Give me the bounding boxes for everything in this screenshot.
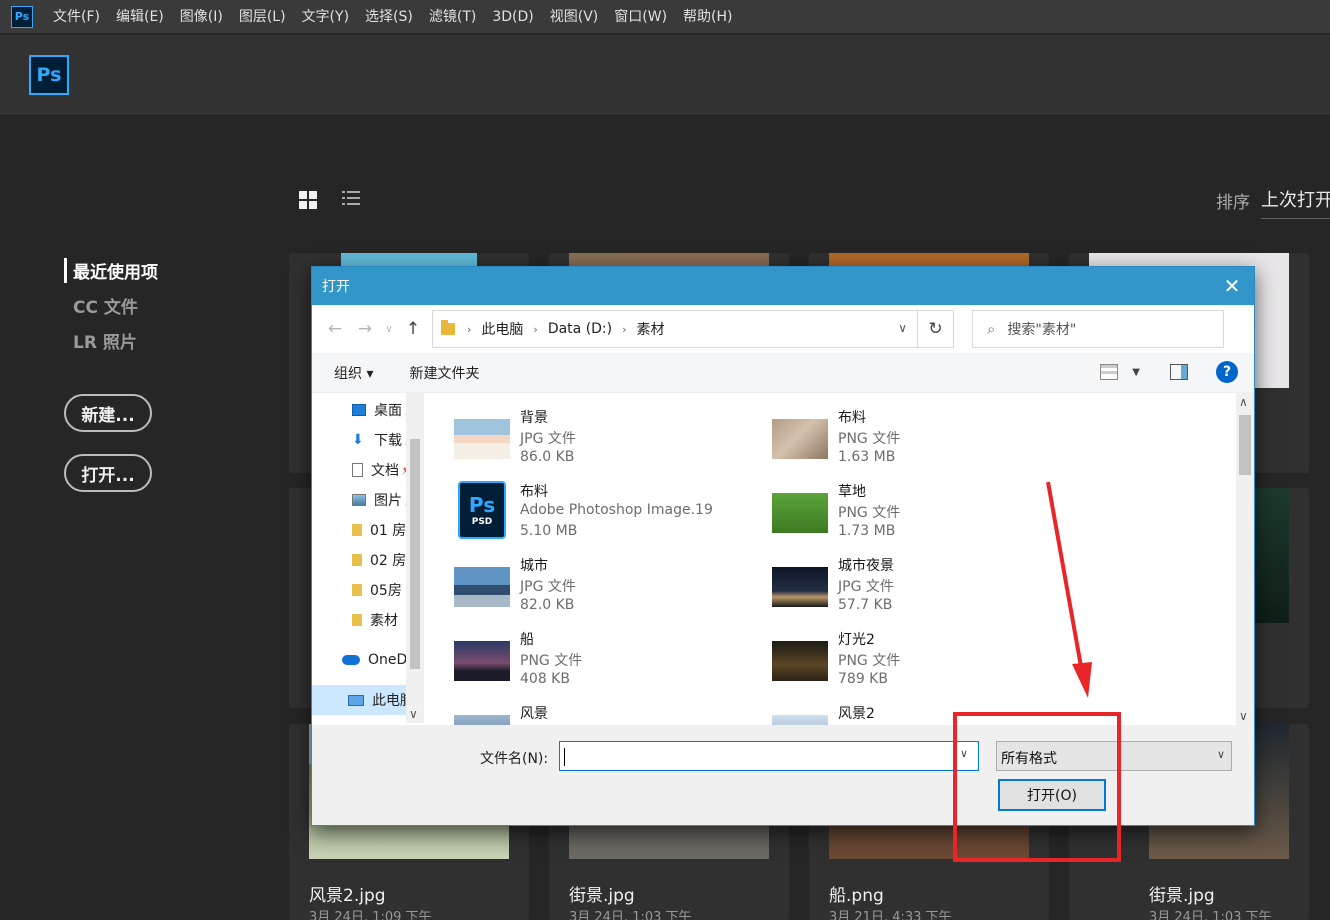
- annotation-arrow-icon: [0, 0, 1330, 920]
